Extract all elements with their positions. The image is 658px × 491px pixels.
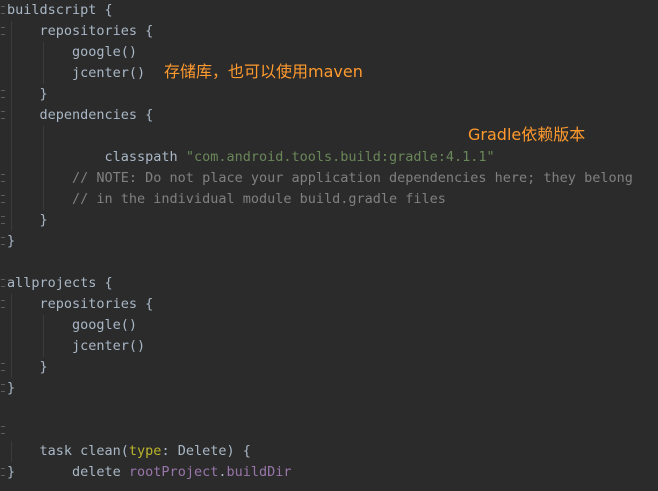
code-line: google()	[7, 317, 138, 333]
fold-marker-icon[interactable]	[1, 27, 5, 35]
fold-marker-icon[interactable]	[1, 363, 5, 371]
fold-marker-icon[interactable]	[1, 174, 5, 182]
string-literal: "com.android.tools.build:gradle:4.1.1"	[185, 149, 495, 165]
code-line: jcenter()	[7, 65, 146, 81]
fold-marker-icon[interactable]	[1, 111, 5, 119]
comment-line: // NOTE: Do not place your application d…	[7, 170, 633, 186]
code-line: google()	[7, 44, 138, 60]
fold-marker-icon[interactable]	[1, 90, 5, 98]
code-token: delete	[39, 464, 129, 480]
code-line: buildscript {	[7, 2, 113, 18]
code-line: }	[7, 233, 16, 249]
code-line: dependencies {	[7, 107, 154, 123]
code-token: classpath	[39, 149, 186, 165]
code-line: allprojects {	[7, 275, 113, 291]
fold-marker-icon[interactable]	[1, 6, 5, 14]
fold-marker-icon[interactable]	[1, 426, 5, 434]
code-line: }	[7, 212, 48, 228]
fold-marker-icon[interactable]	[1, 300, 5, 308]
code-line: jcenter()	[7, 338, 146, 354]
code-line: }	[7, 380, 16, 396]
fold-marker-icon[interactable]	[1, 237, 5, 245]
code-line: repositories {	[7, 296, 154, 312]
gradle-annotation: Gradle依赖版本	[468, 125, 586, 144]
code-line: task clean(type: Delete) {	[7, 420, 251, 459]
fold-marker-icon[interactable]	[1, 195, 5, 203]
property-ref: rootProject	[128, 464, 219, 480]
fold-gutter	[0, 0, 6, 491]
fold-marker-icon[interactable]	[1, 468, 5, 476]
code-line: }	[7, 86, 48, 102]
repo-annotation: 存储库，也可以使用maven	[164, 62, 363, 81]
fold-marker-icon[interactable]	[1, 279, 5, 287]
code-line: delete rootProject.buildDir	[7, 441, 291, 480]
property-ref: buildDir	[226, 464, 292, 480]
comment-line: // in the individual module build.gradle…	[7, 191, 446, 207]
code-line: repositories {	[7, 23, 154, 39]
code-editor[interactable]: buildscript { repositories { google() jc…	[0, 0, 658, 491]
code-line: }	[7, 464, 16, 480]
fold-marker-icon[interactable]	[1, 216, 5, 224]
code-line: }	[7, 359, 48, 375]
fold-marker-icon[interactable]	[1, 384, 5, 392]
code-line: classpath "com.android.tools.build:gradl…	[7, 126, 495, 165]
